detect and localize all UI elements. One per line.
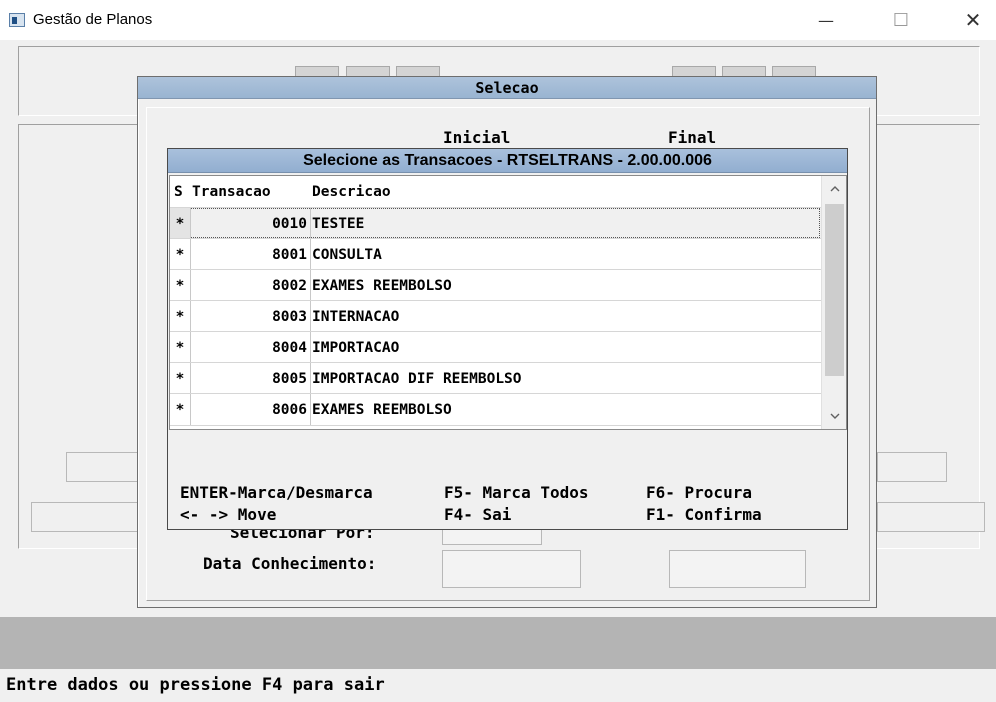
window-title: Gestão de Planos xyxy=(33,11,153,28)
table-row[interactable]: * 8001 CONSULTA xyxy=(170,238,821,270)
bottom-band xyxy=(0,617,996,669)
transacoes-grid[interactable]: S Transacao Descricao * 0010 TESTEE * 80… xyxy=(169,175,847,430)
data-conhecimento-label: Data Conhecimento: xyxy=(203,554,377,573)
data-conhecimento-inicial-input[interactable] xyxy=(442,550,581,588)
row-descricao: INTERNACAO xyxy=(312,308,400,325)
table-row[interactable]: * 8005 IMPORTACAO DIF REEMBOLSO xyxy=(170,362,821,394)
row-transacao: 8002 xyxy=(191,270,311,301)
background-field xyxy=(31,502,138,532)
table-row[interactable]: * 0010 TESTEE xyxy=(170,207,821,239)
row-descricao: TESTEE xyxy=(312,215,365,232)
row-descricao: EXAMES REEMBOLSO xyxy=(312,401,452,418)
table-row[interactable]: * 8003 INTERNACAO xyxy=(170,300,821,332)
row-s: * xyxy=(170,301,191,332)
help-move: <- -> Move xyxy=(180,505,277,524)
popup-title: Selecione as Transacoes - RTSELTRANS - 2… xyxy=(168,149,847,173)
minimize-button[interactable]: — xyxy=(803,6,849,34)
row-descricao: CONSULTA xyxy=(312,246,382,263)
grid-header: S Transacao Descricao xyxy=(170,176,821,207)
help-f1: F1- Confirma xyxy=(646,505,762,524)
transacoes-popup: Selecione as Transacoes - RTSELTRANS - 2… xyxy=(167,148,848,530)
close-button[interactable]: ✕ xyxy=(950,6,996,34)
background-field xyxy=(877,452,947,482)
row-s: * xyxy=(170,208,191,239)
row-s: * xyxy=(170,394,191,425)
table-row[interactable]: * 8002 EXAMES REEMBOLSO xyxy=(170,269,821,301)
col-inicial-label: Inicial xyxy=(443,128,511,147)
background-field xyxy=(877,502,985,532)
grid-scrollbar[interactable] xyxy=(821,176,846,429)
background-field xyxy=(66,452,138,482)
table-row[interactable]: * 8004 IMPORTACAO xyxy=(170,331,821,363)
scroll-thumb[interactable] xyxy=(825,204,844,376)
help-enter: ENTER-Marca/Desmarca xyxy=(180,483,373,502)
help-f4: F4- Sai xyxy=(444,505,512,524)
header-transacao[interactable]: Transacao xyxy=(192,176,309,207)
data-conhecimento-final-input[interactable] xyxy=(669,550,806,588)
row-descricao: IMPORTACAO DIF REEMBOLSO xyxy=(312,370,522,387)
window-title-bar: Gestão de Planos — ☐ ✕ xyxy=(0,0,996,40)
status-message: Entre dados ou pressione F4 para sair xyxy=(6,675,385,695)
table-row[interactable]: * 8006 EXAMES REEMBOLSO xyxy=(170,393,821,426)
row-transacao: 8001 xyxy=(191,239,311,270)
header-descricao[interactable]: Descricao xyxy=(312,176,512,207)
scroll-up-icon[interactable] xyxy=(822,178,847,200)
maximize-button[interactable]: ☐ xyxy=(878,6,924,34)
app-icon xyxy=(9,13,25,27)
row-s: * xyxy=(170,270,191,301)
help-f6: F6- Procura xyxy=(646,483,752,502)
row-transacao: 8004 xyxy=(191,332,311,363)
row-s: * xyxy=(170,363,191,394)
row-s: * xyxy=(170,239,191,270)
row-transacao: 8006 xyxy=(191,394,311,425)
dialog-title: Selecao xyxy=(138,77,876,99)
row-transacao: 8005 xyxy=(191,363,311,394)
row-transacao: 8003 xyxy=(191,301,311,332)
scroll-down-icon[interactable] xyxy=(822,405,847,427)
row-descricao: IMPORTACAO xyxy=(312,339,400,356)
row-transacao: 0010 xyxy=(191,208,311,239)
help-f5: F5- Marca Todos xyxy=(444,483,589,502)
header-s[interactable]: S xyxy=(174,176,190,207)
row-s: * xyxy=(170,332,191,363)
col-final-label: Final xyxy=(668,128,717,147)
row-descricao: EXAMES REEMBOLSO xyxy=(312,277,452,294)
